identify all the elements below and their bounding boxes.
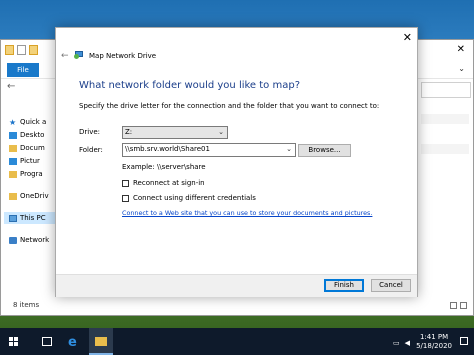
new-document-icon[interactable] bbox=[17, 45, 26, 55]
list-item[interactable] bbox=[421, 144, 469, 154]
back-arrow-icon[interactable]: ← bbox=[61, 51, 69, 61]
dialog-heading: What network folder would you like to ma… bbox=[79, 80, 301, 91]
nav-item-desktop[interactable]: Deskto bbox=[9, 129, 44, 141]
back-arrow-icon[interactable]: ← bbox=[7, 81, 15, 92]
desktop-icon bbox=[9, 131, 17, 139]
folder-icon bbox=[9, 170, 17, 178]
large-icons-view-icon[interactable] bbox=[460, 302, 467, 309]
onedrive-icon bbox=[9, 192, 17, 200]
nav-item-label: This PC bbox=[20, 214, 46, 222]
dialog-description: Specify the drive letter for the connect… bbox=[79, 102, 380, 110]
finish-button[interactable]: Finish bbox=[324, 279, 364, 292]
nav-item-this-pc[interactable]: This PC bbox=[4, 212, 57, 224]
nav-item-label: Quick a bbox=[20, 118, 47, 126]
map-network-drive-dialog: ✕ ← Map Network Drive What network folde… bbox=[55, 27, 418, 297]
explorer-close-icon[interactable]: ✕ bbox=[457, 44, 465, 55]
network-icon bbox=[9, 236, 17, 244]
taskbar-clock[interactable]: 1:41 PM 5/18/2020 bbox=[416, 333, 452, 351]
chevron-down-icon[interactable]: ⌄ bbox=[286, 144, 292, 155]
navigation-pane: ★ Quick a Deskto Docum Pictur Progra One… bbox=[1, 104, 57, 304]
details-view-icon[interactable] bbox=[450, 302, 457, 309]
documents-icon bbox=[9, 144, 17, 152]
credentials-checkbox[interactable] bbox=[122, 194, 129, 202]
clock-date: 5/18/2020 bbox=[416, 342, 452, 350]
star-icon: ★ bbox=[9, 117, 17, 127]
close-icon[interactable]: ✕ bbox=[403, 31, 412, 44]
cancel-button[interactable]: Cancel bbox=[371, 279, 411, 292]
pictures-icon bbox=[9, 157, 17, 165]
nav-item-quick-access[interactable]: ★ Quick a bbox=[9, 116, 46, 128]
browse-button[interactable]: Browse... bbox=[298, 144, 351, 157]
reconnect-checkbox[interactable] bbox=[122, 179, 129, 187]
drive-select-value: Z: bbox=[125, 128, 133, 136]
example-text: Example: \\server\share bbox=[122, 163, 206, 171]
folder-icon bbox=[95, 337, 107, 346]
folder-icon[interactable] bbox=[29, 45, 38, 55]
system-tray: ▭ ◀ bbox=[393, 339, 410, 347]
nav-item-programs[interactable]: Progra bbox=[9, 168, 43, 180]
nav-item-pictures[interactable]: Pictur bbox=[9, 155, 40, 167]
explorer-content-pane bbox=[419, 104, 473, 294]
this-pc-icon bbox=[9, 214, 17, 222]
nav-item-label: Docum bbox=[20, 144, 45, 152]
nav-item-label: Progra bbox=[20, 170, 43, 178]
folder-label: Folder: bbox=[79, 146, 103, 154]
notification-icon[interactable] bbox=[460, 337, 468, 345]
chevron-down-icon: ⌄ bbox=[218, 128, 224, 136]
nav-item-label: Deskto bbox=[20, 131, 45, 139]
file-tab[interactable]: File bbox=[7, 63, 39, 77]
network-drive-icon bbox=[74, 51, 84, 59]
drive-select[interactable]: Z: ⌄ bbox=[122, 126, 228, 139]
quick-access-toolbar[interactable] bbox=[5, 45, 45, 56]
nav-item-label: Network bbox=[20, 236, 50, 244]
taskbar: e ▭ ◀ 1:41 PM 5/18/2020 bbox=[0, 328, 474, 355]
task-view-icon[interactable] bbox=[42, 337, 52, 346]
nav-item-network[interactable]: Network bbox=[9, 234, 49, 246]
reconnect-label: Reconnect at sign-in bbox=[133, 179, 205, 187]
properties-icon[interactable] bbox=[5, 45, 14, 55]
nav-item-documents[interactable]: Docum bbox=[9, 142, 45, 154]
nav-item-onedrive[interactable]: OneDriv bbox=[9, 190, 49, 202]
drive-label: Drive: bbox=[79, 128, 101, 136]
web-site-link[interactable]: Connect to a Web site that you can use t… bbox=[122, 209, 372, 217]
volume-icon[interactable]: ◀ bbox=[405, 339, 410, 347]
folder-input-value: \\smb.srv.world\Share01 bbox=[125, 145, 210, 153]
taskbar-explorer-button[interactable] bbox=[89, 328, 113, 355]
dialog-title: Map Network Drive bbox=[89, 52, 157, 60]
search-box[interactable] bbox=[421, 82, 471, 98]
reconnect-checkbox-row[interactable]: Reconnect at sign-in bbox=[122, 179, 205, 187]
folder-input[interactable]: \\smb.srv.world\Share01 ⌄ bbox=[122, 143, 296, 157]
edge-browser-icon[interactable]: e bbox=[68, 335, 77, 350]
nav-item-label: OneDriv bbox=[20, 192, 49, 200]
credentials-checkbox-row[interactable]: Connect using different credentials bbox=[122, 194, 256, 202]
list-item[interactable] bbox=[421, 114, 469, 124]
credentials-label: Connect using different credentials bbox=[133, 194, 256, 202]
clock-time: 1:41 PM bbox=[419, 333, 449, 341]
status-bar-text: 8 items bbox=[13, 301, 40, 309]
view-toggle[interactable] bbox=[450, 302, 467, 309]
windows-start-icon[interactable] bbox=[9, 337, 19, 347]
chevron-down-icon[interactable]: ⌄ bbox=[458, 64, 465, 73]
nav-item-label: Pictur bbox=[20, 157, 40, 165]
network-tray-icon[interactable]: ▭ bbox=[393, 339, 400, 347]
